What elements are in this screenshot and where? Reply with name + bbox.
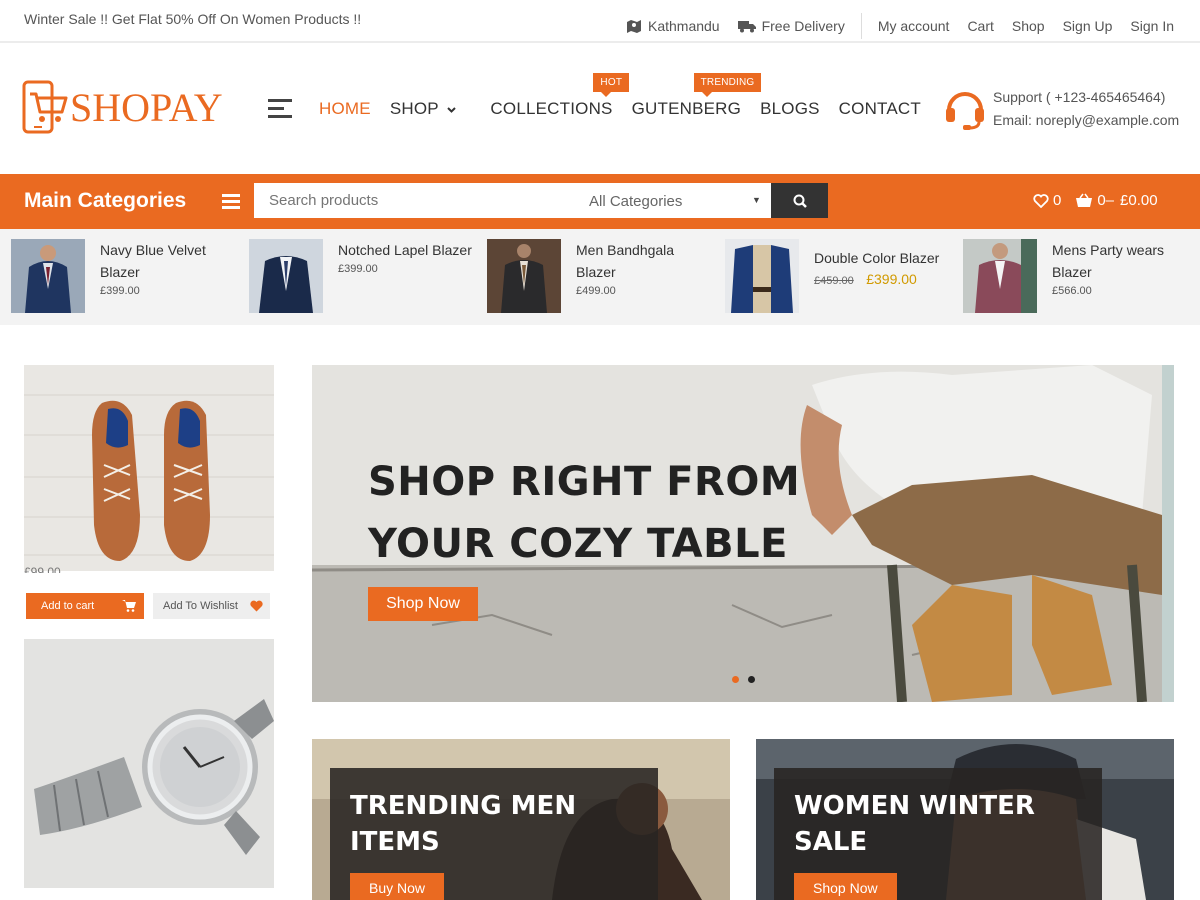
promo-text: Winter Sale !! Get Flat 50% Off On Women… <box>24 11 362 27</box>
product-name[interactable]: Mens Party wears Blazer <box>1052 239 1192 283</box>
slider-dots <box>732 676 764 683</box>
category-select[interactable]: All Categories <box>589 193 682 210</box>
category-bar: Main Categories All Categories ▼ 0 0– £0… <box>0 174 1200 229</box>
truck-icon <box>737 21 756 33</box>
cart-phone-logo-icon <box>22 80 68 134</box>
hero-line-2: YOUR COZY TABLE <box>368 521 788 567</box>
support-email: Email: noreply@example.com <box>993 112 1180 128</box>
hero-shop-now-button[interactable]: Shop Now <box>368 587 478 621</box>
double-color-blazer-thumbnail[interactable] <box>725 239 799 313</box>
nav-blogs[interactable]: BLOGS <box>760 99 820 119</box>
trending-badge: TRENDING <box>693 73 762 97</box>
delivery-item[interactable]: Free Delivery <box>737 18 845 34</box>
product-price: £566.00 <box>1052 285 1092 297</box>
logo[interactable]: SHOPAY <box>22 80 223 134</box>
nav-home-label: HOME <box>319 99 371 118</box>
product-strip: Navy Blue Velvet Blazer £399.00 Notched … <box>0 229 1200 325</box>
product-price: £499.00 <box>576 285 616 297</box>
search-box: All Categories ▼ <box>254 183 771 218</box>
heart-outline-icon[interactable] <box>1033 193 1049 208</box>
product-name[interactable]: Men Bandhgala Blazer <box>576 239 716 283</box>
banner-title: WOMEN WINTER SALE <box>794 788 1035 860</box>
nav-collections-label: COLLECTIONS <box>490 99 613 118</box>
navy-blazer-thumbnail[interactable] <box>11 239 85 313</box>
hero-line-1: SHOP RIGHT FROM <box>368 459 801 505</box>
main-nav: HOME SHOP HOT COLLECTIONS TRENDING GUTEN… <box>319 73 940 119</box>
add-to-cart-label: Add to cart <box>41 600 95 612</box>
add-to-wishlist-label: Add To Wishlist <box>163 600 238 612</box>
banner-title: TRENDING MEN ITEMS <box>350 788 576 860</box>
add-to-wishlist-button[interactable]: Add To Wishlist <box>153 593 270 619</box>
search-button[interactable] <box>771 183 828 218</box>
divider <box>860 13 862 39</box>
basket-icon[interactable] <box>1075 193 1093 208</box>
search-input[interactable] <box>254 183 574 218</box>
cart-link[interactable]: Cart <box>967 18 993 34</box>
nav-shop-label: SHOP <box>389 99 439 118</box>
partial-price: £99.00 <box>24 565 61 573</box>
headset-icon <box>946 92 984 130</box>
location-item[interactable]: Kathmandu <box>626 18 720 34</box>
nav-contact-label: CONTACT <box>838 99 921 118</box>
nav-collections[interactable]: HOT COLLECTIONS <box>490 73 630 119</box>
banner-title-line-1: WOMEN WINTER <box>794 791 1035 821</box>
nav-contact[interactable]: CONTACT <box>839 99 921 119</box>
party-wear-blazer-thumbnail[interactable] <box>963 239 1037 313</box>
logo-text: SHOPAY <box>70 84 223 130</box>
heart-icon <box>250 600 263 612</box>
nav-gutenberg-label: GUTENBERG <box>631 99 742 118</box>
cart-count[interactable]: 0– <box>1097 192 1114 209</box>
delivery-label: Free Delivery <box>761 18 845 34</box>
site-header: SHOPAY HOME SHOP HOT COLLECTIONS TRENDIN… <box>0 44 1200 174</box>
nav-shop[interactable]: SHOP <box>390 99 457 119</box>
top-bar: Winter Sale !! Get Flat 50% Off On Women… <box>0 0 1200 43</box>
cart-summary: 0 0– £0.00 <box>1033 192 1158 209</box>
buy-now-button[interactable]: Buy Now <box>350 873 445 900</box>
map-icon <box>626 20 641 33</box>
shop-now-button[interactable]: Shop Now <box>794 873 897 900</box>
caret-down-icon[interactable]: ▼ <box>752 195 761 205</box>
hero-heading: SHOP RIGHT FROM YOUR COZY TABLE <box>368 451 800 575</box>
support-block: Support ( +123-465465464) Email: noreply… <box>943 86 1179 132</box>
banner-title-line-2: ITEMS <box>350 827 440 857</box>
banner-title-line-2: SALE <box>794 827 868 857</box>
notched-lapel-blazer-thumbnail[interactable] <box>249 239 323 313</box>
product-name[interactable]: Double Color Blazer <box>814 247 954 269</box>
cart-icon <box>122 600 136 612</box>
chevron-down-icon <box>447 106 457 113</box>
wristwatch-image[interactable] <box>24 639 274 888</box>
nav-home[interactable]: HOME <box>319 99 371 119</box>
trending-men-banner[interactable]: TRENDING MEN ITEMS Buy Now <box>312 739 730 900</box>
support-phone: Support ( +123-465465464) <box>993 89 1166 105</box>
sign-in-link[interactable]: Sign In <box>1130 18 1174 34</box>
main-categories-title[interactable]: Main Categories <box>24 189 186 213</box>
add-to-cart-button[interactable]: Add to cart <box>26 593 144 619</box>
hot-badge: HOT <box>593 73 630 97</box>
brown-shoes-image[interactable] <box>24 365 274 571</box>
bandhgala-blazer-thumbnail[interactable] <box>487 239 561 313</box>
search-icon <box>793 194 807 208</box>
product-old-price: £459.00 <box>814 275 854 287</box>
nav-blogs-label: BLOGS <box>760 99 820 118</box>
sign-up-link[interactable]: Sign Up <box>1063 18 1113 34</box>
categories-menu-icon[interactable] <box>222 194 240 212</box>
nav-gutenberg[interactable]: TRENDING GUTENBERG <box>631 73 762 119</box>
cart-total[interactable]: £0.00 <box>1120 192 1158 209</box>
product-price: £399.00 <box>100 285 140 297</box>
product-sale-price: £399.00 <box>866 271 917 287</box>
hero-slider: SHOP RIGHT FROM YOUR COZY TABLE Shop Now <box>312 365 1174 702</box>
top-links: Kathmandu Free Delivery My account Cart … <box>608 13 1174 39</box>
product-name[interactable]: Notched Lapel Blazer <box>338 239 478 261</box>
product-name[interactable]: Navy Blue Velvet Blazer <box>100 239 240 283</box>
women-winter-banner[interactable]: WOMEN WINTER SALE Shop Now <box>756 739 1174 900</box>
shop-link[interactable]: Shop <box>1012 18 1045 34</box>
slider-dot-active[interactable] <box>732 676 739 683</box>
menu-toggle-icon[interactable] <box>268 99 292 123</box>
location-label: Kathmandu <box>647 18 720 34</box>
banner-title-line-1: TRENDING MEN <box>350 791 577 821</box>
my-account-link[interactable]: My account <box>878 18 950 34</box>
product-price: £399.00 <box>338 263 378 275</box>
wishlist-count[interactable]: 0 <box>1053 192 1061 209</box>
slider-dot[interactable] <box>748 676 755 683</box>
